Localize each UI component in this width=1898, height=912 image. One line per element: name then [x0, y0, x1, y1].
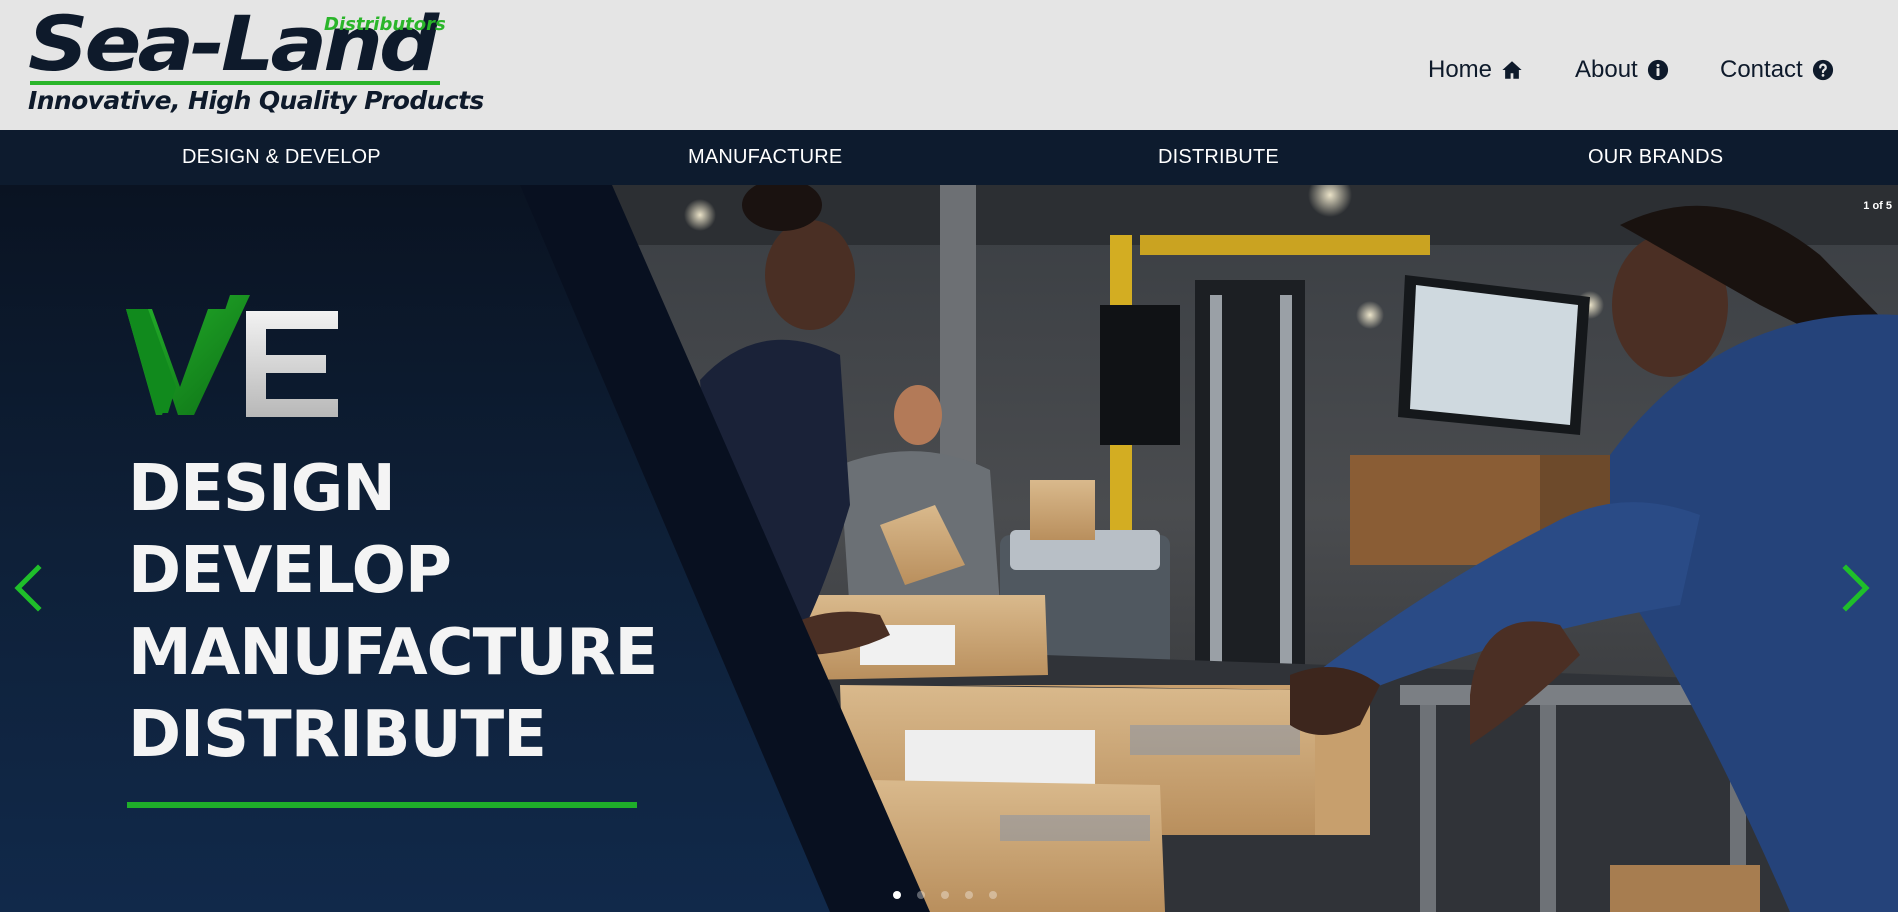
slider-pagination — [893, 891, 997, 899]
chevron-left-icon[interactable] — [8, 560, 48, 616]
headline-line-manufacture: MANUFACTURE — [128, 616, 658, 690]
headline-line-develop: DEVELOP — [128, 534, 452, 608]
site-header: Sea-Land Distributors Innovative, High Q… — [0, 0, 1898, 130]
logo-tagline: Innovative, High Quality Products — [28, 86, 484, 115]
menu-distribute[interactable]: DISTRIBUTE — [1158, 130, 1279, 185]
menu-our-brands[interactable]: OUR BRANDS — [1588, 130, 1723, 185]
slide-dot-3[interactable] — [941, 891, 949, 899]
slide-dot-2[interactable] — [917, 891, 925, 899]
headline-line-design: DESIGN — [128, 452, 396, 526]
slide-dot-4[interactable] — [965, 891, 973, 899]
house-icon — [1502, 61, 1522, 79]
slide-dot-5[interactable] — [989, 891, 997, 899]
site-logo[interactable]: Sea-Land Distributors Innovative, High Q… — [28, 6, 484, 116]
nav-about-link[interactable]: About — [1575, 50, 1669, 90]
nav-contact-link[interactable]: Contact — [1720, 50, 1834, 90]
menu-design-develop[interactable]: DESIGN & DEVELOP — [182, 130, 381, 185]
info-circle-icon — [1647, 59, 1668, 81]
nav-about-label: About — [1575, 56, 1638, 83]
headline-underline — [127, 802, 637, 808]
hero-slider: DESIGN DEVELOP MANUFACTURE DISTRIBUTE 1 … — [0, 185, 1898, 912]
logo-rule — [30, 81, 440, 85]
headline-line-distribute: DISTRIBUTE — [128, 698, 547, 772]
nav-home-link[interactable]: Home — [1428, 50, 1523, 90]
nav-contact-label: Contact — [1720, 56, 1803, 83]
slide-counter: 1 of 5 — [1863, 200, 1892, 212]
slide-dot-1[interactable] — [893, 891, 901, 899]
nav-home-label: Home — [1428, 56, 1493, 83]
menu-manufacture[interactable]: MANUFACTURE — [688, 130, 842, 185]
chevron-right-icon[interactable] — [1836, 560, 1876, 616]
hero-headline: DESIGN DEVELOP MANUFACTURE DISTRIBUTE — [128, 448, 658, 776]
logo-distributors: Distributors — [324, 14, 446, 35]
we-graphic — [126, 295, 338, 417]
main-menu: DESIGN & DEVELOP MANUFACTURE DISTRIBUTE … — [0, 130, 1898, 185]
question-circle-icon — [1812, 59, 1833, 81]
